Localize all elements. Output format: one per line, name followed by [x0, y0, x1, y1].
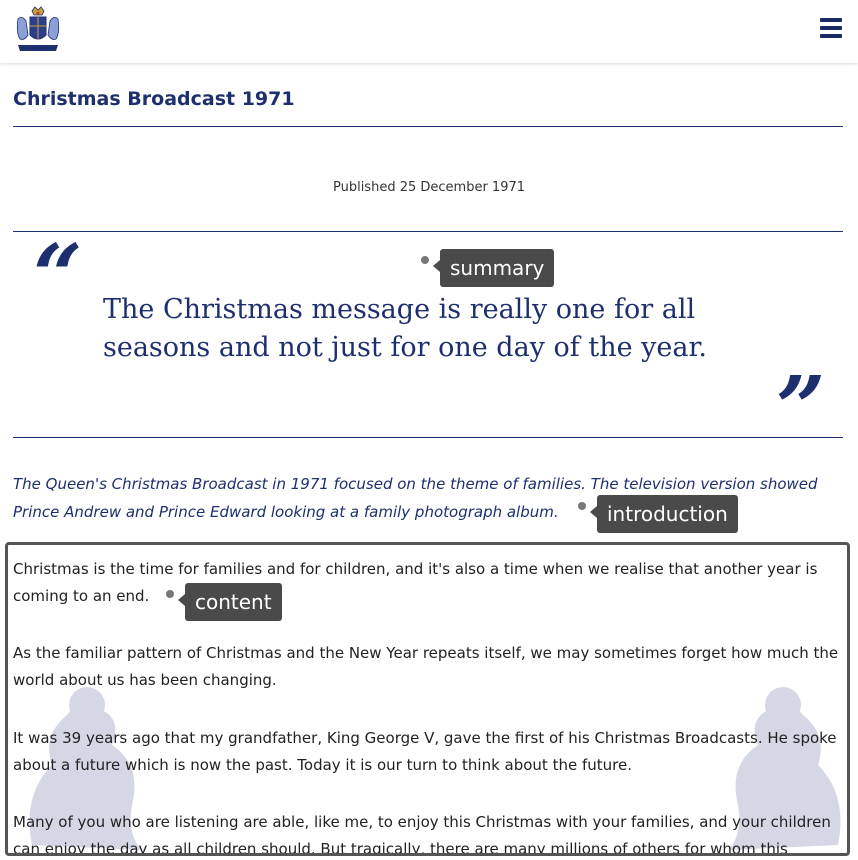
title-divider — [13, 126, 843, 127]
site-header — [0, 0, 858, 63]
published-date: Published 25 December 1971 — [332, 180, 526, 195]
open-quote-icon: “ — [33, 226, 83, 327]
quote-top-divider — [13, 231, 843, 232]
content-paragraph: It was 39 years ago that my grandfather,… — [13, 729, 837, 774]
content-paragraph: Christmas is the time for families and f… — [13, 560, 818, 605]
summary-quote: The Christmas message is really one for … — [103, 294, 707, 363]
content-paragraph: Many of you who are listening are able, … — [13, 813, 831, 856]
introduction-marker-dot — [578, 502, 586, 510]
content-region: Christmas is the time for families and f… — [5, 542, 850, 856]
royal-crest-icon[interactable] — [12, 5, 64, 55]
close-quote-icon: ” — [776, 358, 826, 459]
summary-marker-dot — [421, 256, 429, 264]
introduction-tag: introduction — [590, 495, 738, 533]
content-marker-dot — [166, 590, 174, 598]
summary-tag: summary — [432, 249, 555, 287]
content-tag: content — [178, 583, 282, 621]
hamburger-menu-icon[interactable] — [820, 18, 842, 38]
content-paragraph: As the familiar pattern of Christmas and… — [13, 644, 839, 689]
page-title: Christmas Broadcast 1971 — [13, 88, 295, 110]
quote-bottom-divider — [13, 437, 843, 438]
